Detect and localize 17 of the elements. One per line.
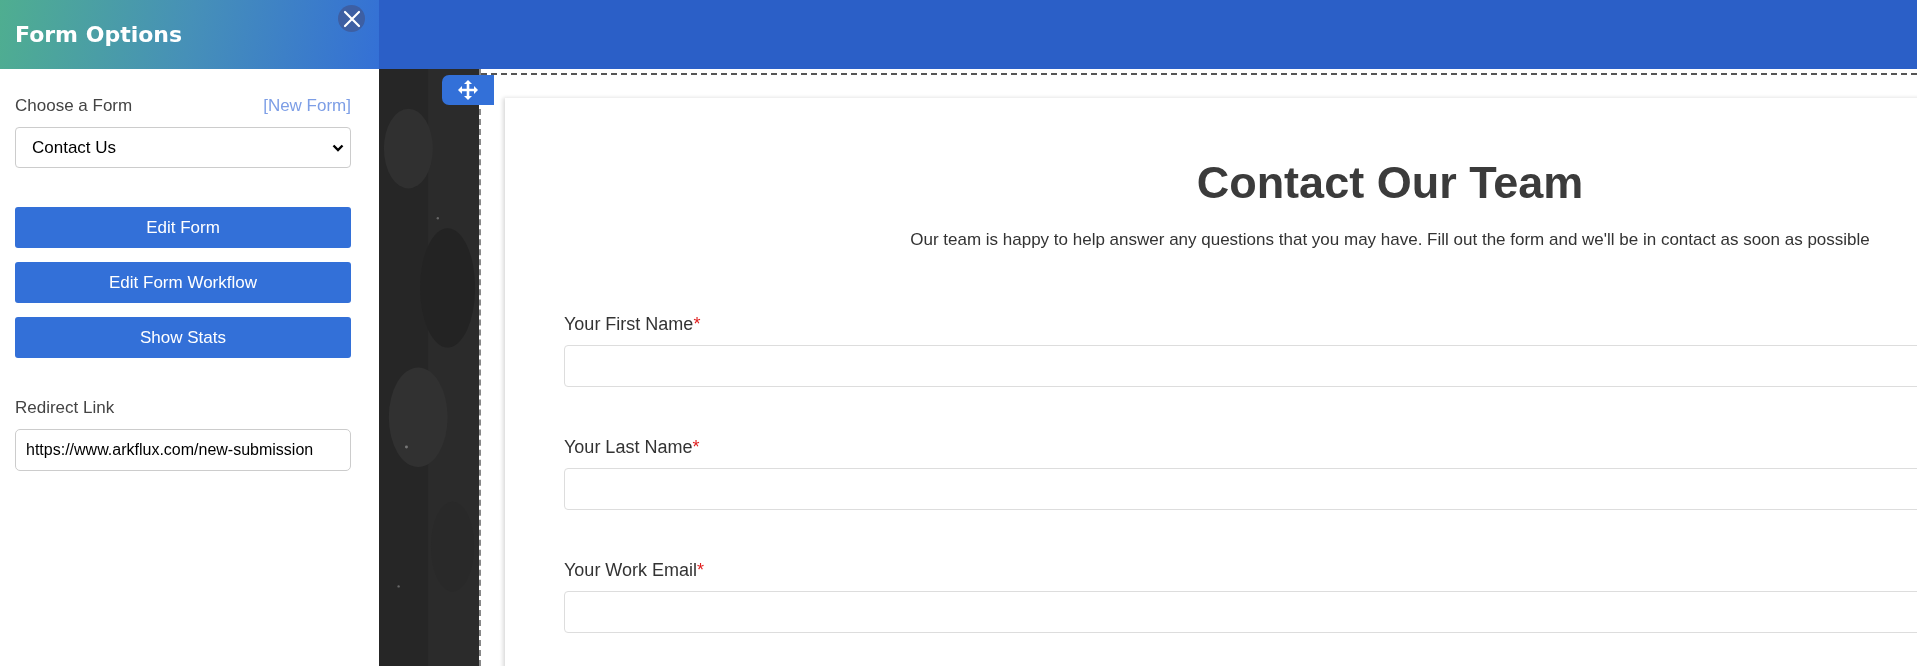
field-label: Your First Name: [564, 314, 694, 334]
form-description: Our team is happy to help answer any questions that you may have. Fill out the form and we'll be in contact as soon as possible: [909, 230, 1871, 250]
required-mark: *: [697, 560, 705, 580]
field-label: Choose a Form: [15, 96, 133, 116]
required-mark: *: [693, 314, 701, 334]
field-label: Redirect Link: [15, 398, 116, 418]
panel-title: Form Options: [15, 22, 183, 47]
action-button[interactable]: Show Stats: [15, 317, 351, 358]
field-label: Your Last Name: [564, 437, 693, 457]
new-form-link[interactable]: [New Form]: [263, 96, 351, 116]
action-button[interactable]: Edit Form: [15, 207, 351, 248]
redirect-link-field[interactable]: https://www.arkflux.com/new-submission: [15, 429, 351, 471]
field-label: Your Work Email: [564, 560, 698, 580]
form-select[interactable]: Contact Us: [15, 127, 351, 168]
action-button[interactable]: Edit Form Workflow: [15, 262, 351, 303]
form-title: Contact Our Team: [1195, 156, 1585, 210]
required-mark: *: [692, 437, 700, 457]
